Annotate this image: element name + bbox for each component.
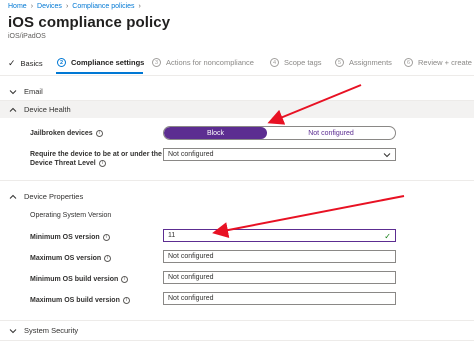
- breadcrumb: Home › Devices › Compliance policies ›: [8, 3, 145, 10]
- step-number: 4: [270, 58, 279, 67]
- min-os-input[interactable]: 11 ✓: [163, 229, 396, 242]
- step-compliance-settings[interactable]: 2 Compliance settings: [57, 58, 144, 67]
- step-basics[interactable]: ✓ Basics: [8, 58, 43, 69]
- info-icon[interactable]: i: [122, 296, 130, 304]
- section-email-label: Email: [24, 87, 43, 96]
- step-assignments-label: Assignments: [349, 58, 392, 67]
- min-os-label-text: Minimum OS version: [30, 234, 100, 241]
- breadcrumb-chevron-icon: ›: [30, 3, 34, 10]
- info-icon[interactable]: i: [104, 254, 112, 262]
- min-build-label-text: Minimum OS build version: [30, 276, 119, 283]
- step-number: 2: [57, 58, 66, 67]
- step-assignments[interactable]: 5 Assignments: [335, 58, 392, 67]
- max-os-input[interactable]: Not configured: [163, 250, 396, 263]
- threat-level-label-line1: Require the device to be at or under the: [30, 151, 162, 158]
- divider: [0, 180, 474, 181]
- divider: [0, 320, 474, 321]
- breadcrumb-chevron-icon: ›: [65, 3, 69, 10]
- step-number: 6: [404, 58, 413, 67]
- info-icon[interactable]: i: [95, 129, 103, 137]
- threat-level-select[interactable]: Not configured: [163, 148, 396, 161]
- section-device-properties-label: Device Properties: [24, 192, 84, 201]
- max-build-input[interactable]: Not configured: [163, 292, 396, 305]
- section-device-health[interactable]: Device Health: [0, 101, 474, 118]
- page-subtitle: iOS/iPadOS: [8, 33, 46, 40]
- section-system-security-label: System Security: [24, 326, 79, 335]
- breadcrumb-policies-link[interactable]: Compliance policies: [72, 3, 134, 10]
- checkmark-icon: ✓: [384, 232, 391, 241]
- max-os-label-text: Maximum OS version: [30, 255, 102, 262]
- step-actions-label: Actions for noncompliance: [166, 58, 254, 67]
- step-review[interactable]: 6 Review + create: [404, 58, 472, 67]
- min-build-label: Minimum OS build version i: [30, 275, 129, 284]
- max-os-label: Maximum OS version i: [30, 254, 112, 263]
- active-step-indicator: [56, 72, 143, 74]
- step-compliance-label: Compliance settings: [71, 58, 145, 67]
- min-os-label: Minimum OS version i: [30, 233, 110, 242]
- info-icon[interactable]: i: [102, 233, 110, 241]
- chevron-down-icon: [9, 327, 17, 335]
- step-review-label: Review + create: [418, 58, 472, 67]
- breadcrumb-home-link[interactable]: Home: [8, 3, 27, 10]
- jailbroken-label-text: Jailbroken devices: [30, 130, 93, 137]
- jailbroken-label: Jailbroken devices i: [30, 129, 103, 138]
- min-build-value: Not configured: [168, 274, 214, 281]
- threat-level-value: Not configured: [168, 151, 214, 158]
- checkmark-icon: ✓: [8, 58, 16, 68]
- chevron-down-icon: [383, 153, 391, 158]
- threat-level-label-line2: Device Threat Level: [30, 160, 96, 167]
- min-os-value: 11: [168, 232, 176, 239]
- section-email[interactable]: Email: [0, 83, 474, 100]
- step-actions[interactable]: 3 Actions for noncompliance: [152, 58, 254, 67]
- max-build-value: Not configured: [168, 295, 214, 302]
- wizard-divider: [0, 75, 474, 76]
- jailbroken-toggle[interactable]: Block Not configured: [163, 126, 396, 140]
- min-build-input[interactable]: Not configured: [163, 271, 396, 284]
- chevron-down-icon: [9, 88, 17, 96]
- chevron-up-icon: [9, 193, 17, 201]
- info-icon[interactable]: i: [121, 275, 129, 283]
- max-build-label: Maximum OS build version i: [30, 296, 130, 305]
- step-scope-tags[interactable]: 4 Scope tags: [270, 58, 322, 67]
- chevron-up-icon: [9, 106, 17, 114]
- threat-level-label: Require the device to be at or under the…: [30, 150, 162, 168]
- step-scope-label: Scope tags: [284, 58, 322, 67]
- section-device-properties[interactable]: Device Properties: [0, 188, 474, 205]
- info-icon[interactable]: i: [98, 159, 106, 167]
- wizard-steps: ✓ Basics 2 Compliance settings 3 Actions…: [0, 58, 474, 76]
- max-build-label-text: Maximum OS build version: [30, 297, 120, 304]
- os-version-heading: Operating System Version: [30, 212, 112, 219]
- page-title: iOS compliance policy: [8, 14, 171, 31]
- breadcrumb-devices-link[interactable]: Devices: [37, 3, 62, 10]
- section-device-health-label: Device Health: [24, 105, 71, 114]
- max-os-value: Not configured: [168, 253, 214, 260]
- step-number: 5: [335, 58, 344, 67]
- toggle-not-configured-option[interactable]: Not configured: [267, 127, 395, 139]
- breadcrumb-chevron-icon: ›: [138, 3, 141, 10]
- section-system-security[interactable]: System Security: [0, 322, 474, 339]
- step-basics-label: Basics: [20, 59, 43, 68]
- divider: [0, 340, 474, 341]
- toggle-block-option[interactable]: Block: [164, 127, 267, 139]
- step-number: 3: [152, 58, 161, 67]
